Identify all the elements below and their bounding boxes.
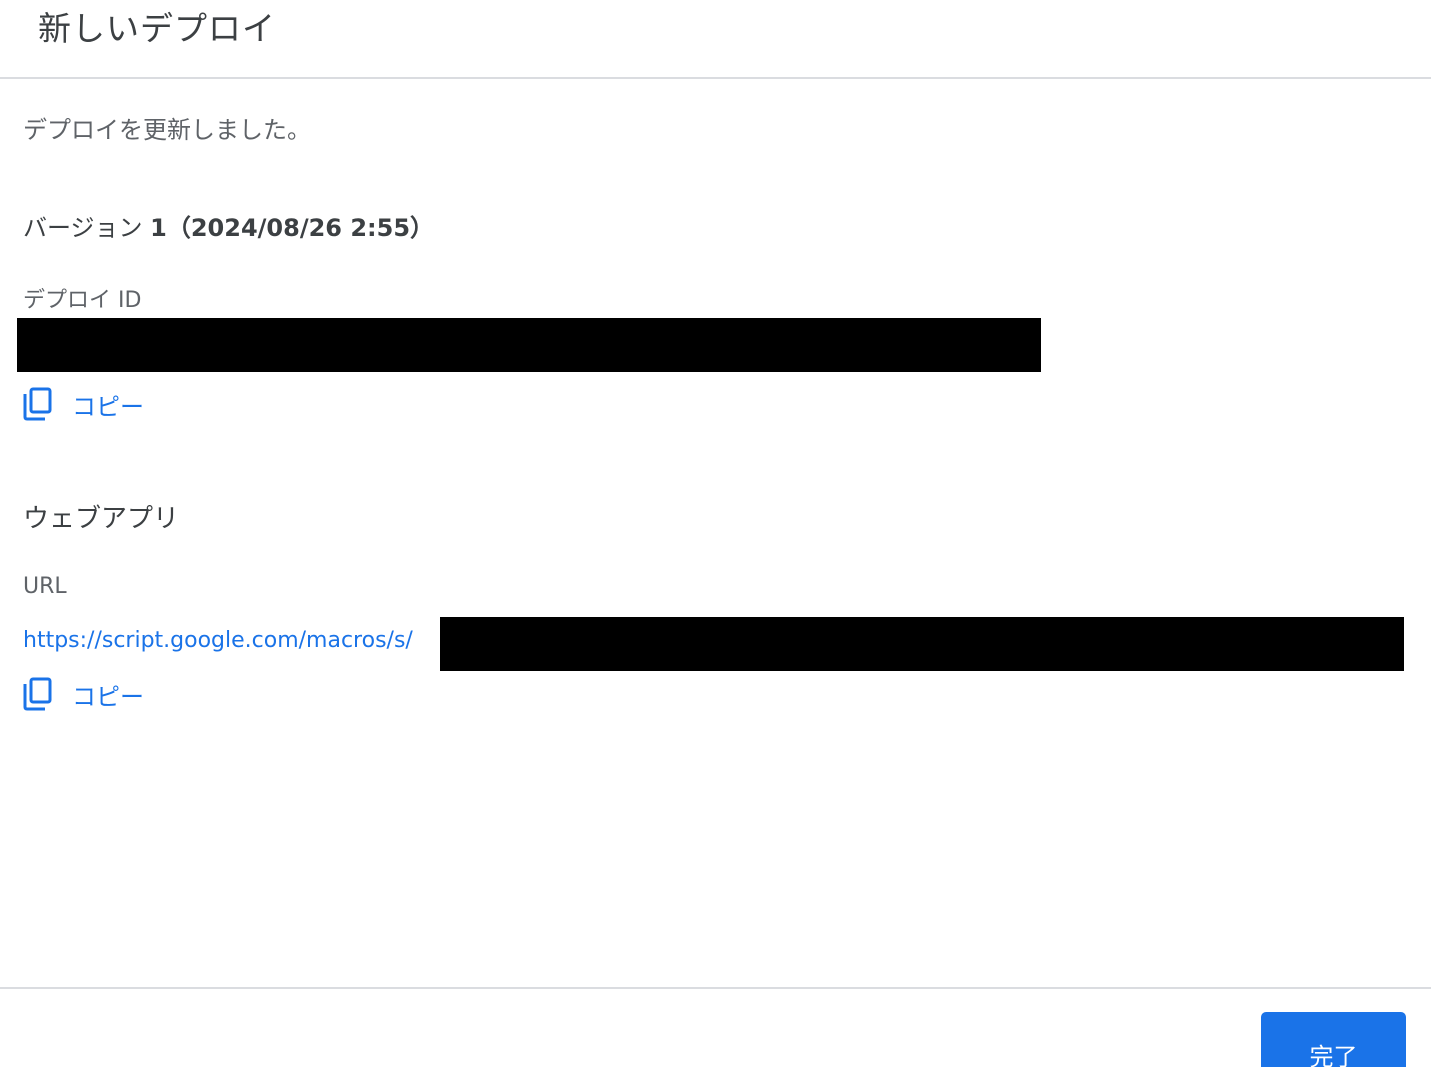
copy-icon [22, 677, 54, 711]
web-app-url-link[interactable]: https://script.google.com/macros/s/ [23, 628, 413, 653]
copy-url-label: コピー [72, 682, 144, 711]
web-app-section-title: ウェブアプリ [23, 504, 180, 534]
web-app-url-redacted-value [440, 617, 1404, 671]
version-number: 1 [150, 214, 167, 242]
footer-divider [0, 987, 1431, 989]
deploy-id-label: デプロイ ID [23, 288, 142, 313]
status-message: デプロイを更新しました。 [23, 116, 311, 144]
dialog-title: 新しいデプロイ [38, 9, 276, 48]
version-info: バージョン 1（2024/08/26 2:55） [23, 208, 434, 243]
copy-deploy-id-button[interactable]: コピー [22, 386, 144, 422]
done-button[interactable]: 完了 [1261, 1012, 1406, 1067]
version-prefix: バージョン [23, 214, 151, 242]
deploy-id-redacted-value [17, 318, 1041, 372]
copy-deploy-id-label: コピー [72, 392, 144, 421]
version-date: （2024/08/26 2:55） [166, 214, 435, 242]
url-label: URL [23, 574, 67, 599]
copy-icon [22, 387, 54, 421]
copy-url-button[interactable]: コピー [22, 676, 144, 712]
header-divider [0, 77, 1431, 79]
new-deployment-dialog: 新しいデプロイ デプロイを更新しました。 バージョン 1（2024/08/26 … [0, 0, 1431, 1067]
